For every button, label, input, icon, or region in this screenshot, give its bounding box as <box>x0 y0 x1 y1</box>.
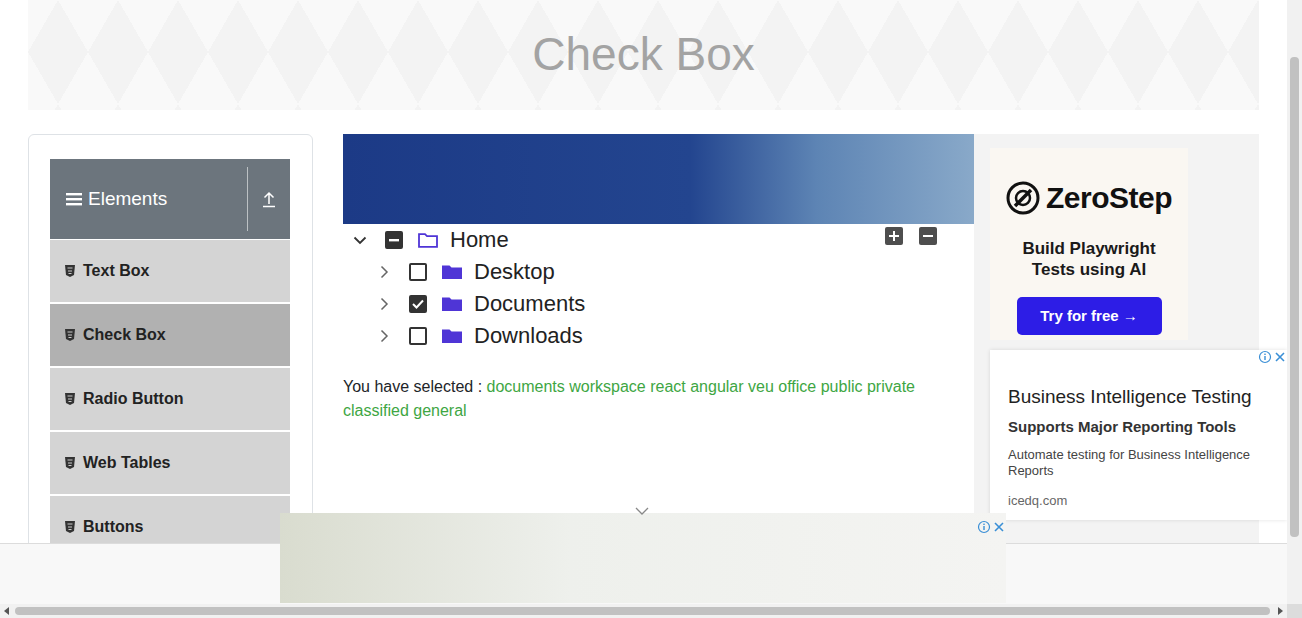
brand-logo-icon <box>1006 181 1040 215</box>
sidebar-group-header[interactable]: Elements <box>50 159 290 239</box>
chevron-down-icon[interactable] <box>353 233 367 247</box>
tree-label[interactable]: Desktop <box>474 259 555 285</box>
sidebar-item-label[interactable]: Buttons <box>83 515 143 539</box>
bottom-ad[interactable] <box>280 513 1006 603</box>
sidebar-list: Text Box Check Box Radio Button Web Tables B… <box>50 240 290 558</box>
close-icon[interactable] <box>1273 350 1287 364</box>
sidebar-item-label[interactable]: Web Tables <box>83 451 170 475</box>
checkbox[interactable] <box>385 231 403 249</box>
selected-item: veu <box>748 378 774 395</box>
sidebar-item[interactable]: Radio Button <box>50 368 290 430</box>
selected-item: documents <box>487 378 565 395</box>
ad-headline[interactable]: Build Playwright Tests using AI <box>1009 238 1169 280</box>
document-icon <box>65 265 75 277</box>
expand-all-button[interactable] <box>885 227 903 245</box>
tree-toolbar <box>885 227 937 245</box>
open-folder-icon <box>418 231 438 249</box>
sidebar-item[interactable]: Check Box <box>50 304 290 366</box>
page-banner: Check Box <box>28 0 1259 110</box>
sidebar-item-label[interactable]: Radio Button <box>83 387 183 411</box>
selected-item: react <box>650 378 686 395</box>
checkbox[interactable] <box>409 327 427 345</box>
tree-label[interactable]: Home <box>450 227 509 253</box>
checkbox[interactable] <box>409 263 427 281</box>
selected-item: general <box>413 402 466 419</box>
side-ad[interactable]: ZeroStep Build Playwright Tests using AI T… <box>990 148 1188 340</box>
ad-column: ZeroStep Build Playwright Tests using AI T… <box>974 134 1259 604</box>
result-label: You have selected : <box>343 378 482 395</box>
sidebar-item-label[interactable]: Text Box <box>83 259 149 283</box>
divider <box>247 167 248 231</box>
collapse-ad-icon[interactable] <box>635 498 649 522</box>
page-title: Check Box <box>532 27 754 82</box>
banner-ad[interactable] <box>343 134 974 224</box>
chevron-right-icon[interactable] <box>377 329 391 343</box>
tree-label[interactable]: Downloads <box>474 323 583 349</box>
selected-item: office <box>778 378 816 395</box>
sidebar-group-label[interactable]: Elements <box>88 185 167 214</box>
collapse-icon[interactable] <box>261 190 277 208</box>
collapse-toggle[interactable] <box>248 190 290 208</box>
sidebar-item[interactable]: Text Box <box>50 240 290 302</box>
scroll-corner <box>1287 604 1302 618</box>
folder-icon <box>442 327 462 345</box>
ad-choices <box>1258 350 1287 364</box>
ad-body[interactable]: Automate testing for Business Intelligen… <box>1008 447 1277 479</box>
selected-item: angular <box>690 378 743 395</box>
document-icon <box>65 393 75 405</box>
tree-row: Desktop <box>343 256 974 288</box>
selected-item: classified <box>343 402 409 419</box>
sidebar: Elements Text Box Check Box Radio Button We… <box>28 134 313 604</box>
vertical-scrollbar[interactable] <box>1287 0 1302 604</box>
indeterminate-mark <box>389 239 399 242</box>
checkbox-tree: Home Desktop Documents Downloads <box>343 224 974 352</box>
ad-title[interactable]: Business Intelligence Testing <box>1008 386 1277 408</box>
sidebar-item[interactable]: Web Tables <box>50 432 290 494</box>
menu-icon <box>66 192 82 206</box>
ad-domain[interactable]: icedq.com <box>1008 491 1277 511</box>
tree-row: Home <box>343 224 974 256</box>
chevron-right-icon[interactable] <box>377 265 391 279</box>
text-ad[interactable]: Business Intelligence Testing Supports Ma… <box>990 350 1287 520</box>
tree-row: Documents <box>343 288 974 320</box>
folder-icon <box>442 263 462 281</box>
selected-item: public <box>821 378 863 395</box>
ad-logo[interactable]: ZeroStep <box>1006 175 1172 220</box>
ad-subtitle[interactable]: Supports Major Reporting Tools <box>1008 416 1277 439</box>
tree-label[interactable]: Documents <box>474 291 585 317</box>
folder-icon <box>442 295 462 313</box>
sidebar-item-label[interactable]: Check Box <box>83 323 166 347</box>
checkbox[interactable] <box>409 295 427 313</box>
ad-brand[interactable]: ZeroStep <box>1046 175 1172 220</box>
info-icon[interactable] <box>977 514 991 538</box>
close-icon[interactable] <box>992 514 1006 538</box>
ad-button[interactable]: Try for free → <box>1017 297 1162 335</box>
selected-item: workspace <box>569 378 645 395</box>
collapse-all-button[interactable] <box>919 227 937 245</box>
document-icon <box>65 457 75 469</box>
chevron-right-icon[interactable] <box>377 297 391 311</box>
document-icon <box>65 329 75 341</box>
info-icon[interactable] <box>1258 350 1272 364</box>
selected-item: private <box>867 378 915 395</box>
result-text: You have selected : documents workspace … <box>343 375 974 423</box>
sidebar-group-title[interactable]: Elements <box>50 185 247 214</box>
document-icon <box>65 521 75 533</box>
horizontal-scrollbar[interactable] <box>0 604 1287 618</box>
tree-row: Downloads <box>343 320 974 352</box>
